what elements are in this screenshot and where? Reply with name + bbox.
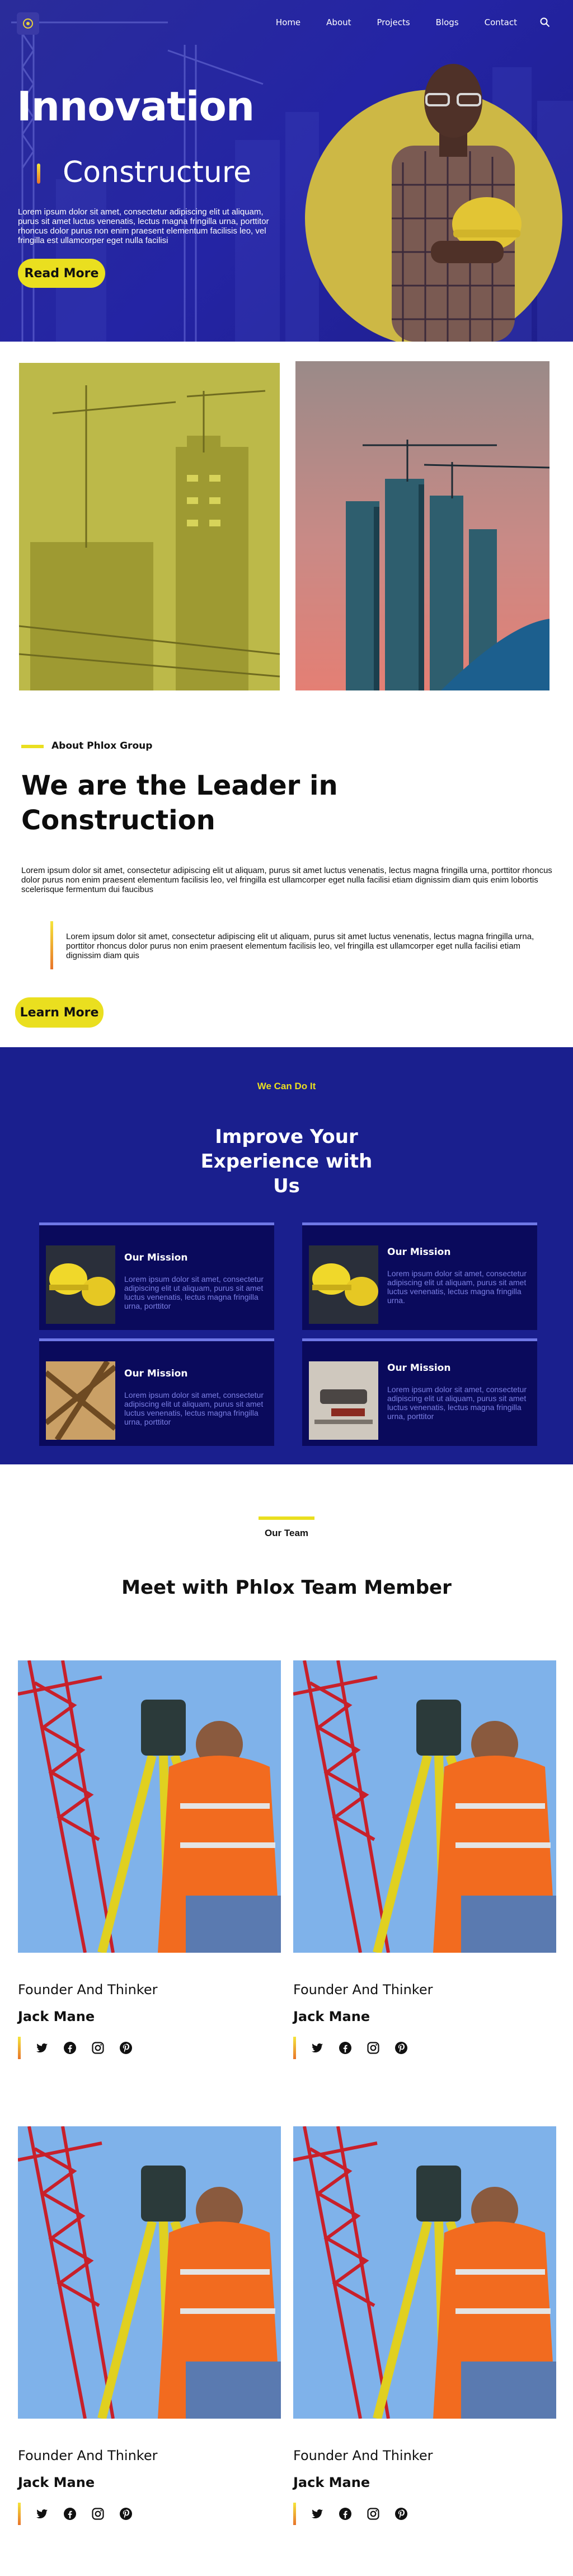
team-title: Meet with Phlox Team Member bbox=[121, 1576, 452, 1599]
team-member-card: Founder And Thinker Jack Mane bbox=[18, 2126, 281, 2525]
team-member-name: Jack Mane bbox=[18, 2009, 95, 2024]
hero-section: Home About Projects Blogs Contact Innova… bbox=[0, 0, 573, 342]
service-card-text: Lorem ipsum dolor sit amet, consectetur … bbox=[387, 1385, 527, 1421]
read-more-button[interactable]: Read More bbox=[18, 259, 105, 288]
engineer-portrait bbox=[392, 64, 522, 342]
nav-item-about[interactable]: About bbox=[326, 17, 351, 27]
service-card-text: Lorem ipsum dolor sit amet, consectetur … bbox=[124, 1390, 264, 1426]
team-member-photo bbox=[18, 2126, 281, 2419]
team-member-photo bbox=[293, 1660, 556, 1953]
main-nav: Home About Projects Blogs Contact bbox=[250, 17, 551, 28]
services-section: We Can Do It Improve Your Experience wit… bbox=[0, 1047, 573, 1464]
hero-text: Lorem ipsum dolor sit amet, consectetur … bbox=[18, 207, 269, 245]
hero-title: Innovation bbox=[17, 83, 255, 130]
wood-beams-thumbnail bbox=[46, 1361, 115, 1440]
cranes-towers-image bbox=[295, 361, 549, 690]
service-card[interactable]: Our Mission Lorem ipsum dolor sit amet, … bbox=[39, 1222, 274, 1330]
social-accent-bar bbox=[18, 2503, 21, 2525]
search-icon[interactable] bbox=[539, 17, 551, 28]
logo-icon bbox=[23, 18, 33, 29]
nav-item-contact[interactable]: Contact bbox=[485, 17, 517, 27]
twitter-icon[interactable] bbox=[311, 2507, 324, 2521]
team-member-card: Founder And Thinker Jack Mane bbox=[293, 1660, 556, 2059]
about-label: About Phlox Group bbox=[51, 740, 153, 752]
pinterest-icon[interactable] bbox=[119, 2507, 133, 2521]
about-quote: Lorem ipsum dolor sit amet, consectetur … bbox=[66, 932, 534, 960]
services-title: Improve Your Experience with Us bbox=[0, 1124, 573, 1198]
hard-hats-thumbnail bbox=[46, 1245, 115, 1324]
twitter-icon[interactable] bbox=[35, 2507, 49, 2521]
team-member-name: Jack Mane bbox=[293, 2475, 370, 2490]
nav-item-home[interactable]: Home bbox=[276, 17, 300, 27]
social-links bbox=[293, 2037, 556, 2059]
service-card-title: Our Mission bbox=[387, 1247, 451, 1258]
team-label: Our Team bbox=[264, 1528, 309, 1538]
instagram-icon[interactable] bbox=[367, 2041, 380, 2055]
services-title-text: Improve Your Experience with Us bbox=[200, 1126, 373, 1197]
team-member-photo bbox=[293, 2126, 556, 2419]
facebook-icon[interactable] bbox=[63, 2041, 77, 2055]
logo[interactable] bbox=[17, 12, 39, 35]
team-accent-line bbox=[259, 1516, 314, 1520]
pinterest-icon[interactable] bbox=[394, 2507, 408, 2521]
team-member-role: Founder And Thinker bbox=[18, 1982, 158, 1998]
learn-more-button[interactable]: Learn More bbox=[15, 997, 104, 1028]
instagram-icon[interactable] bbox=[91, 2041, 105, 2055]
service-card[interactable]: Our Mission Lorem ipsum dolor sit amet, … bbox=[302, 1222, 537, 1330]
team-member-photo bbox=[18, 1660, 281, 1953]
about-text: Lorem ipsum dolor sit amet, consectetur … bbox=[21, 866, 552, 894]
accent-bar bbox=[37, 164, 40, 184]
service-card-text: Lorem ipsum dolor sit amet, consectetur … bbox=[387, 1269, 527, 1305]
tools-thumbnail bbox=[309, 1361, 378, 1440]
quote-accent-bar bbox=[50, 921, 53, 969]
social-links bbox=[293, 2503, 556, 2525]
page: Home About Projects Blogs Contact Innova… bbox=[0, 0, 573, 2576]
nav-item-blogs[interactable]: Blogs bbox=[436, 17, 459, 27]
social-accent-bar bbox=[293, 2503, 296, 2525]
instagram-icon[interactable] bbox=[367, 2507, 380, 2521]
facebook-icon[interactable] bbox=[339, 2507, 352, 2521]
service-card[interactable]: Our Mission Lorem ipsum dolor sit amet, … bbox=[302, 1338, 537, 1446]
service-card-title: Our Mission bbox=[124, 1368, 188, 1379]
team-member-role: Founder And Thinker bbox=[293, 1982, 433, 1998]
team-member-role: Founder And Thinker bbox=[293, 2448, 433, 2463]
service-card[interactable]: Our Mission Lorem ipsum dolor sit amet, … bbox=[39, 1338, 274, 1446]
team-member-name: Jack Mane bbox=[18, 2475, 95, 2490]
about-accent-line bbox=[21, 745, 44, 748]
twitter-icon[interactable] bbox=[35, 2041, 49, 2055]
social-links bbox=[18, 2037, 281, 2059]
hard-hats-thumbnail bbox=[309, 1245, 378, 1324]
social-accent-bar bbox=[18, 2037, 21, 2059]
team-member-card: Founder And Thinker Jack Mane bbox=[18, 1660, 281, 2059]
service-card-title: Our Mission bbox=[387, 1362, 451, 1374]
hero-subtitle: Constructure bbox=[63, 156, 252, 189]
service-card-text: Lorem ipsum dolor sit amet, consectetur … bbox=[124, 1275, 264, 1310]
facebook-icon[interactable] bbox=[63, 2507, 77, 2521]
services-kicker: We Can Do It bbox=[257, 1081, 316, 1091]
instagram-icon[interactable] bbox=[91, 2507, 105, 2521]
nav-item-projects[interactable]: Projects bbox=[377, 17, 410, 27]
team-member-role: Founder And Thinker bbox=[18, 2448, 158, 2463]
social-links bbox=[18, 2503, 281, 2525]
pinterest-icon[interactable] bbox=[394, 2041, 408, 2055]
social-accent-bar bbox=[293, 2037, 296, 2059]
twitter-icon[interactable] bbox=[311, 2041, 324, 2055]
team-member-card: Founder And Thinker Jack Mane bbox=[293, 2126, 556, 2525]
construction-site-image bbox=[19, 363, 280, 690]
service-card-title: Our Mission bbox=[124, 1252, 188, 1263]
about-title: We are the Leader in Construction bbox=[21, 770, 338, 836]
facebook-icon[interactable] bbox=[339, 2041, 352, 2055]
pinterest-icon[interactable] bbox=[119, 2041, 133, 2055]
team-member-name: Jack Mane bbox=[293, 2009, 370, 2024]
